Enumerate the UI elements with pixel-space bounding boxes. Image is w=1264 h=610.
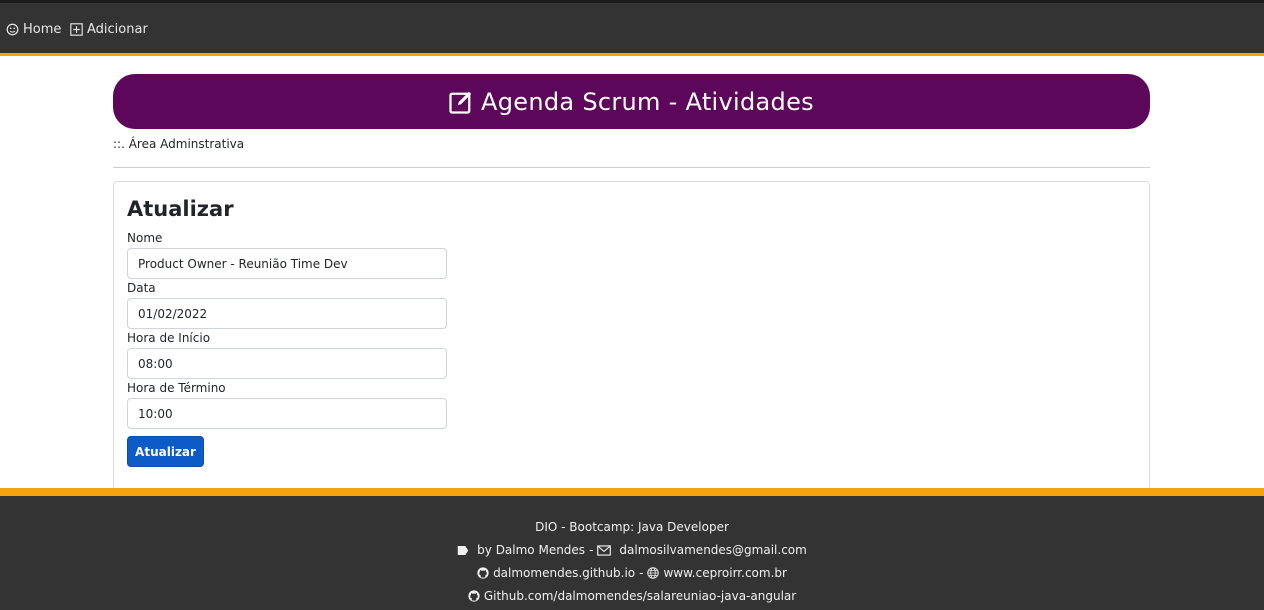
separator: - [589, 543, 594, 557]
plus-square-icon [70, 22, 83, 36]
nav-home-link[interactable]: Home [6, 20, 61, 38]
separator: - [639, 566, 644, 580]
footer-repo-link[interactable]: Github.com/dalmomendes/salareuniao-java-… [484, 589, 796, 603]
divider [113, 167, 1150, 168]
page-title: Agenda Scrum - Atividades [481, 87, 814, 116]
nav-add-label: Adicionar [87, 21, 148, 37]
home-icon [6, 23, 19, 35]
data-label: Data [127, 281, 156, 295]
footer-repo-line: Github.com/dalmomendes/salareuniao-java-… [0, 589, 1264, 603]
area-subtitle: ::. Área Adminstrativa [113, 137, 245, 151]
hora-termino-label: Hora de Término [127, 381, 226, 395]
hora-inicio-label: Hora de Início [127, 331, 211, 345]
top-navbar: Home Adicionar [0, 0, 1264, 56]
update-form-card: Atualizar Nome Data Hora de Início Hora … [113, 181, 1150, 493]
footer-author: by Dalmo Mendes [477, 543, 586, 557]
tag-icon [457, 545, 469, 555]
footer-bootcamp-line: DIO - Bootcamp: Java Developer [0, 520, 1264, 534]
footer-bootcamp-text: DIO - Bootcamp: Java Developer [535, 520, 729, 534]
envelope-icon [597, 544, 612, 556]
update-button[interactable]: Atualizar [127, 436, 204, 467]
nav-add-link[interactable]: Adicionar [70, 20, 148, 38]
pencil-square-icon [449, 91, 472, 114]
hora-termino-input[interactable] [127, 398, 447, 429]
github-icon [468, 590, 480, 602]
nome-label: Nome [127, 231, 163, 245]
header-banner: Agenda Scrum - Atividades [113, 74, 1150, 129]
data-input[interactable] [127, 298, 447, 329]
hora-inicio-input[interactable] [127, 348, 447, 379]
footer: DIO - Bootcamp: Java Developer by Dalmo … [0, 488, 1264, 610]
github-icon [477, 567, 489, 579]
footer-website-link[interactable]: www.ceproirr.com.br [663, 566, 786, 580]
form-title: Atualizar [127, 197, 234, 221]
footer-author-line: by Dalmo Mendes - dalmosilvamendes@gmail… [0, 543, 1264, 557]
nav-home-label: Home [23, 21, 62, 37]
footer-github-io-link[interactable]: dalmomendes.github.io [493, 566, 635, 580]
nome-input[interactable] [127, 248, 447, 279]
footer-email-link[interactable]: dalmosilvamendes@gmail.com [619, 543, 806, 557]
footer-links-line: dalmomendes.github.io - www.ceproirr.com… [0, 566, 1264, 580]
globe-icon [647, 567, 660, 579]
